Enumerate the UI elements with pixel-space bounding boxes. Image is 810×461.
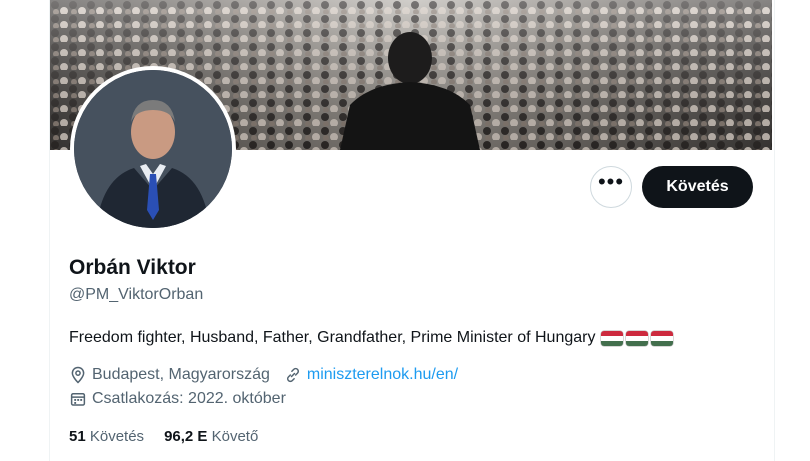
follow-button[interactable]: Követés xyxy=(642,166,753,208)
location-pin-icon xyxy=(71,366,85,384)
hungary-flag-icon xyxy=(651,330,674,346)
profile-meta-location-website: Budapest, Magyarország miniszterelnok.hu… xyxy=(69,366,458,384)
profile-meta-joined: Csatlakozás: 2022. október xyxy=(69,390,286,408)
hungary-flag-icon xyxy=(626,330,649,346)
profile-avatar[interactable] xyxy=(70,66,236,232)
followers-stat[interactable]: 96,2 E Követő xyxy=(164,428,258,445)
following-label: Követés xyxy=(89,428,145,445)
hungary-flag-icon xyxy=(601,330,624,346)
bio-flags xyxy=(601,330,674,346)
more-icon: ••• xyxy=(597,169,625,194)
following-stat[interactable]: 51 Követés xyxy=(69,428,144,445)
profile-joined-date: Csatlakozás: 2022. október xyxy=(92,390,286,407)
followers-label: Követő xyxy=(211,428,259,445)
more-options-button[interactable]: ••• xyxy=(590,166,632,208)
profile-location: Budapest, Magyarország xyxy=(92,366,270,383)
profile-handle: @PM_ViktorOrban xyxy=(69,286,204,303)
profile-bio: Freedom fighter, Husband, Father, Grandf… xyxy=(69,329,674,347)
profile-name: Orbán Viktor xyxy=(69,256,196,279)
link-icon xyxy=(286,367,299,383)
followers-count: 96,2 E xyxy=(164,428,208,445)
calendar-icon xyxy=(70,393,86,406)
profile-stats: 51 Követés 96,2 E Követő xyxy=(69,428,258,445)
bio-text: Freedom fighter, Husband, Father, Grandf… xyxy=(69,329,596,346)
following-count: 51 xyxy=(69,428,86,445)
avatar-photo xyxy=(74,70,232,228)
profile-website-link[interactable]: miniszterelnok.hu/en/ xyxy=(307,366,458,384)
